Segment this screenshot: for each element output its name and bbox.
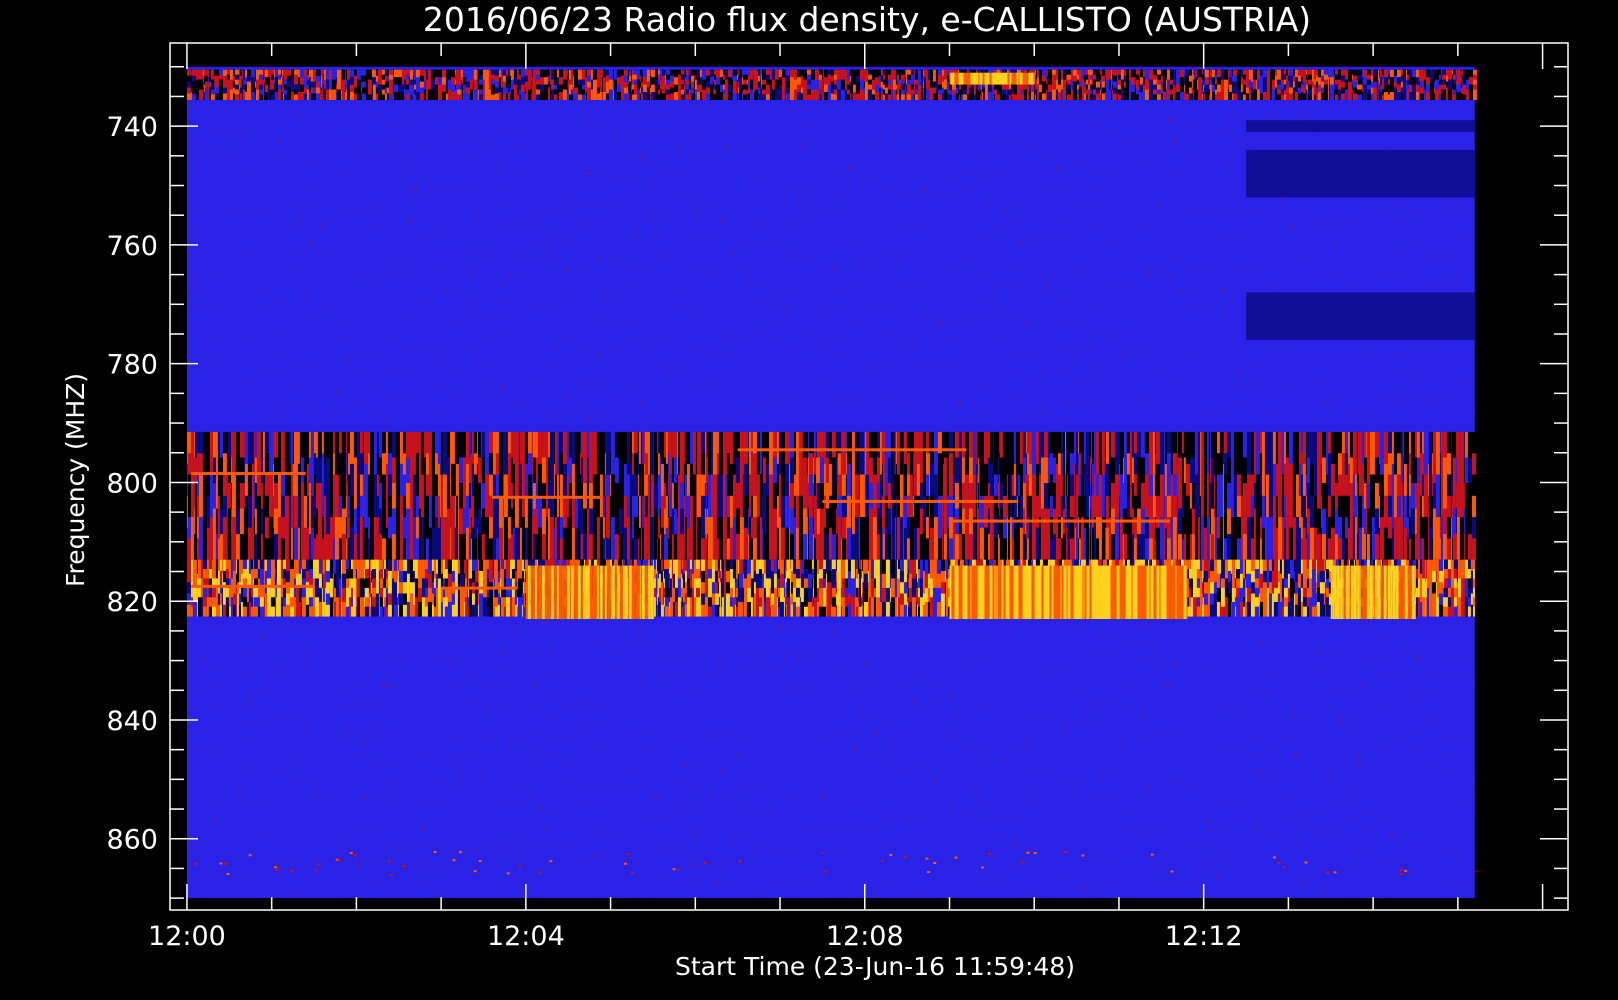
y-tick-label: 820 — [106, 587, 158, 618]
x-tick-label: 12:00 — [148, 921, 226, 952]
dark-patch — [1246, 149, 1475, 198]
streak — [441, 586, 518, 590]
y-tick-label: 740 — [106, 112, 158, 143]
streak — [191, 472, 306, 476]
x-tick-label: 12:08 — [826, 921, 904, 952]
x-axis-label: Start Time (23-Jun-16 11:59:48) — [675, 952, 1075, 981]
streak — [191, 584, 315, 588]
dark-patch — [1246, 120, 1475, 133]
spectrogram-chart: 2016/06/23 Radio flux density, e-CALLIST… — [0, 0, 1618, 1000]
y-axis-label: Frequency (MHZ) — [61, 373, 90, 587]
dark-patch — [1246, 292, 1475, 340]
y-tick-label: 800 — [106, 468, 158, 499]
streak — [491, 495, 603, 499]
y-tick-label: 840 — [106, 706, 158, 737]
x-tick-label: 12:12 — [1165, 921, 1243, 952]
bright-patch — [949, 72, 1036, 85]
bright-patch — [525, 565, 654, 620]
emission-band — [186, 69, 1477, 100]
y-tick-label: 780 — [106, 350, 158, 381]
bright-patch — [1330, 565, 1416, 620]
chart-title: 2016/06/23 Radio flux density, e-CALLIST… — [423, 0, 1311, 39]
emission-band — [186, 559, 1475, 617]
streak — [949, 519, 1170, 523]
streak — [737, 448, 967, 452]
bright-patch — [949, 565, 1188, 620]
y-tick-label: 760 — [106, 231, 158, 262]
x-tick-label: 12:04 — [487, 921, 565, 952]
heatmap-area — [186, 66, 1479, 899]
y-tick-label: 860 — [106, 825, 158, 856]
streak — [822, 499, 1018, 503]
